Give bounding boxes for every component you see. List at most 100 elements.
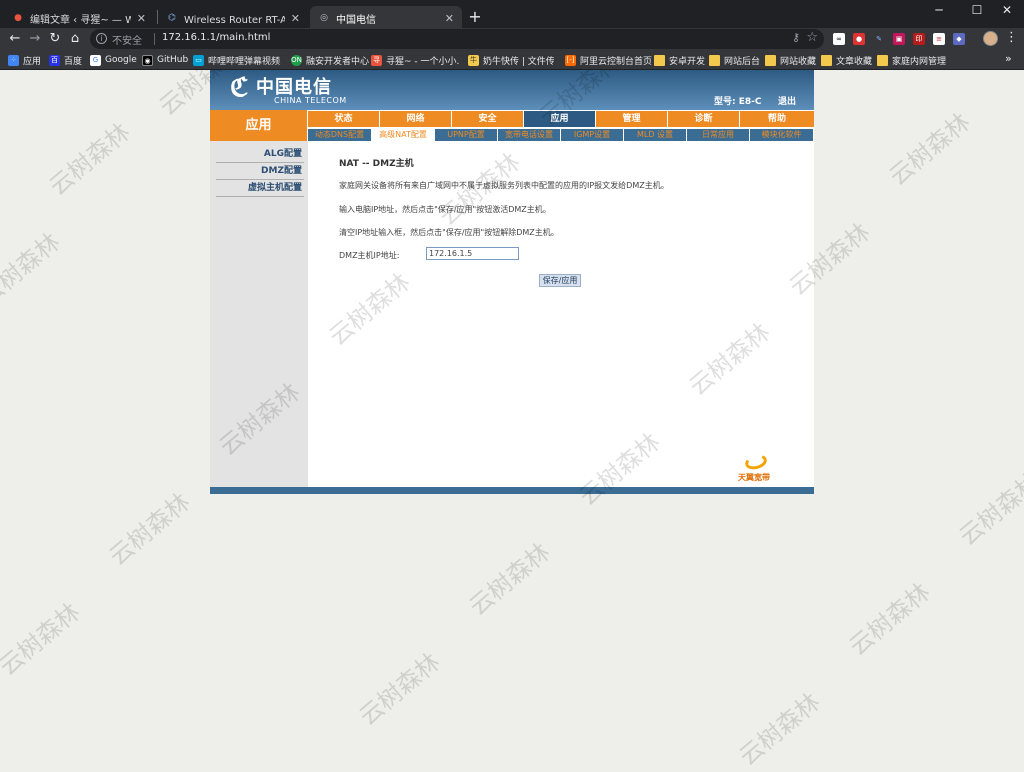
main-tab-diagnostics[interactable]: 诊断 bbox=[668, 111, 739, 127]
close-tab-icon[interactable]: ✕ bbox=[291, 12, 300, 25]
bookmark-baidu[interactable]: 百百度 bbox=[49, 53, 82, 67]
extension-icon[interactable]: ▣ bbox=[893, 33, 905, 45]
sidebar-item-dmz[interactable]: DMZ配置 bbox=[216, 164, 304, 180]
bookmarks-overflow-icon[interactable]: » bbox=[1005, 52, 1012, 65]
watermark: 云树森林 bbox=[103, 487, 196, 571]
bookmark-label: 哔哩哔哩弹幕视频... bbox=[208, 56, 281, 67]
back-arrow-icon[interactable]: ← bbox=[6, 30, 24, 48]
info-icon[interactable]: i bbox=[96, 33, 107, 44]
sub-tab-modular-software[interactable]: 模块化软件 bbox=[750, 129, 814, 141]
main-tab-application[interactable]: 应用 bbox=[524, 111, 595, 127]
sub-tab-upnp[interactable]: UPNP配置 bbox=[435, 129, 498, 141]
tianyi-swoosh-icon bbox=[743, 452, 769, 472]
key-icon[interactable]: ⚷ bbox=[792, 31, 800, 44]
page-viewport: ℭ 中国电信 CHINA TELECOM 型号: E8-C 退出 应用 状态 网… bbox=[0, 70, 1024, 772]
sidebar-item-virtual-host[interactable]: 虚拟主机配置 bbox=[216, 181, 304, 197]
bookmark-label: 安卓开发 bbox=[669, 56, 706, 67]
close-tab-icon[interactable]: ✕ bbox=[445, 12, 454, 25]
watermark: 云树森林 bbox=[883, 107, 976, 191]
bookmark-apps[interactable]: ⁘ 应用 bbox=[8, 53, 41, 67]
browser-toolbar: ← → ↻ ⌂ i 不安全 172.16.1.1/main.html ⚷ ☆ ∞… bbox=[0, 28, 1024, 50]
bookmark-folder-android[interactable]: 安卓开发 bbox=[654, 53, 705, 67]
extension-icon[interactable]: ◆ bbox=[953, 33, 965, 45]
forward-arrow-icon[interactable]: → bbox=[26, 30, 44, 48]
cowtransfer-icon: 牛 bbox=[468, 54, 479, 66]
watermark: 云树森林 bbox=[0, 597, 86, 681]
main-tab-security[interactable]: 安全 bbox=[452, 111, 523, 127]
address-bar[interactable]: i 不安全 172.16.1.1/main.html ⚷ ☆ bbox=[90, 29, 824, 49]
sidebar-item-alg[interactable]: ALG配置 bbox=[216, 147, 304, 163]
folder-icon bbox=[709, 54, 720, 66]
watermark: 云树森林 bbox=[733, 687, 826, 771]
sub-tab-igmp[interactable]: IGMP设置 bbox=[561, 129, 624, 141]
main-tab-network[interactable]: 网络 bbox=[380, 111, 451, 127]
bookmark-folder-articles[interactable]: 文章收藏 bbox=[821, 53, 872, 67]
extension-icon[interactable]: ● bbox=[853, 33, 865, 45]
globe-favicon-icon: ◎ bbox=[320, 13, 328, 23]
dmz-ip-input[interactable]: 172.16.1.5 bbox=[426, 247, 519, 260]
address-divider bbox=[154, 33, 155, 45]
bookmark-label: 寻猩~ - 一个小小... bbox=[386, 56, 459, 67]
tab-title: 编辑文章 ‹ 寻猩~ — WordPress bbox=[30, 14, 131, 26]
bookmark-label: 家庭内网管理 bbox=[892, 56, 947, 67]
url-text[interactable]: 172.16.1.1/main.html bbox=[162, 32, 270, 43]
bookmark-folder-backend[interactable]: 网站后台 bbox=[709, 53, 760, 67]
logout-link[interactable]: 退出 bbox=[778, 94, 796, 107]
bookmark-label: 网站收藏 bbox=[780, 56, 817, 67]
bookmark-dev-center[interactable]: ON 融安开发者中心 bbox=[291, 53, 369, 67]
bookmark-bilibili[interactable]: ▭ 哔哩哔哩弹幕视频... bbox=[193, 53, 281, 67]
dev-center-icon: ON bbox=[291, 54, 302, 66]
bookmark-folder-sites[interactable]: 网站收藏 bbox=[765, 53, 816, 67]
minimize-button[interactable]: ─ bbox=[922, 0, 956, 20]
extension-icon[interactable]: ∞ bbox=[833, 33, 845, 45]
menu-kebab-icon[interactable]: ⋮ bbox=[1005, 30, 1018, 45]
main-tab-status[interactable]: 状态 bbox=[308, 111, 379, 127]
close-window-button[interactable]: ✕ bbox=[990, 0, 1024, 20]
close-tab-icon[interactable]: ✕ bbox=[137, 12, 146, 25]
bookmarks-bar: ⁘ 应用 百百度 G Google ◉ GitHub ▭ 哔哩哔哩弹幕视频... ON 融… bbox=[0, 50, 1024, 70]
browser-tab-wordpress[interactable]: ● 编辑文章 ‹ 寻猩~ — WordPress ✕ bbox=[4, 6, 154, 30]
new-tab-button[interactable]: + bbox=[466, 7, 484, 26]
bookmark-star-icon[interactable]: ☆ bbox=[806, 30, 818, 45]
browser-tab-telecom[interactable]: ◎ 中国电信 ✕ bbox=[310, 6, 462, 30]
section-title: 应用 bbox=[210, 110, 307, 141]
extension-icon[interactable]: ✎ bbox=[873, 33, 885, 45]
google-icon: G bbox=[90, 54, 101, 66]
home-icon[interactable]: ⌂ bbox=[66, 30, 84, 48]
instruction-activate-text: 输入电脑IP地址，然后点击"保存/应用"按钮激活DMZ主机。 bbox=[339, 205, 551, 214]
extension-icon[interactable]: 印 bbox=[913, 33, 925, 45]
bookmark-folder-home-lan[interactable]: 家庭内网管理 bbox=[877, 53, 946, 67]
sub-tab-mld[interactable]: MLD 设置 bbox=[624, 129, 687, 141]
bookmark-label: 文章收藏 bbox=[836, 56, 873, 67]
router-footer-bar bbox=[210, 487, 814, 494]
page-title: NAT -- DMZ主机 bbox=[339, 159, 414, 169]
security-label: 不安全 bbox=[112, 36, 142, 47]
browser-tab-router[interactable]: ⌬ Wireless Router RT-AC68U - 网 ✕ bbox=[158, 6, 308, 30]
save-apply-button[interactable]: 保存/应用 bbox=[539, 274, 581, 287]
sub-tab-daily-apps[interactable]: 日常应用 bbox=[687, 129, 750, 141]
maximize-button[interactable]: ☐ bbox=[960, 0, 994, 20]
bookmark-label: 网站后台 bbox=[724, 56, 761, 67]
main-tab-help[interactable]: 帮助 bbox=[740, 111, 814, 127]
sub-tab-voip[interactable]: 宽带电话设置 bbox=[498, 129, 561, 141]
watermark: 云树森林 bbox=[353, 647, 446, 731]
bookmark-cowtransfer[interactable]: 牛奶牛快传 | 文件传... bbox=[468, 53, 554, 67]
profile-avatar[interactable] bbox=[983, 31, 998, 46]
sub-tab-advanced-nat[interactable]: 高级NAT配置 bbox=[372, 129, 435, 141]
bookmark-aliyun[interactable]: [-] 阿里云控制台首页 bbox=[565, 53, 652, 67]
sub-tab-ddns[interactable]: 动态DNS配置 bbox=[308, 129, 372, 141]
bookmark-label: 应用 bbox=[23, 56, 42, 67]
main-tab-management[interactable]: 管理 bbox=[596, 111, 667, 127]
sub-nav: 动态DNS配置 高级NAT配置 UPNP配置 宽带电话设置 IGMP设置 MLD… bbox=[308, 129, 814, 141]
tab-title: 中国电信 bbox=[336, 14, 376, 26]
telecom-emblem-icon: ℭ bbox=[230, 73, 249, 103]
reload-icon[interactable]: ↻ bbox=[46, 30, 64, 48]
bookmark-google[interactable]: G Google bbox=[90, 53, 137, 67]
bookmark-label: 奶牛快传 | 文件传... bbox=[483, 56, 554, 67]
folder-icon bbox=[765, 54, 776, 66]
tab-title: Wireless Router RT-AC68U - 网 bbox=[184, 14, 285, 26]
bookmark-label: 阿里云控制台首页 bbox=[580, 56, 653, 67]
extension-icon[interactable]: ≡ bbox=[933, 33, 945, 45]
bookmark-github[interactable]: ◉ GitHub bbox=[142, 53, 188, 67]
bookmark-blog[interactable]: 寻寻猩~ - 一个小小... bbox=[371, 53, 459, 67]
